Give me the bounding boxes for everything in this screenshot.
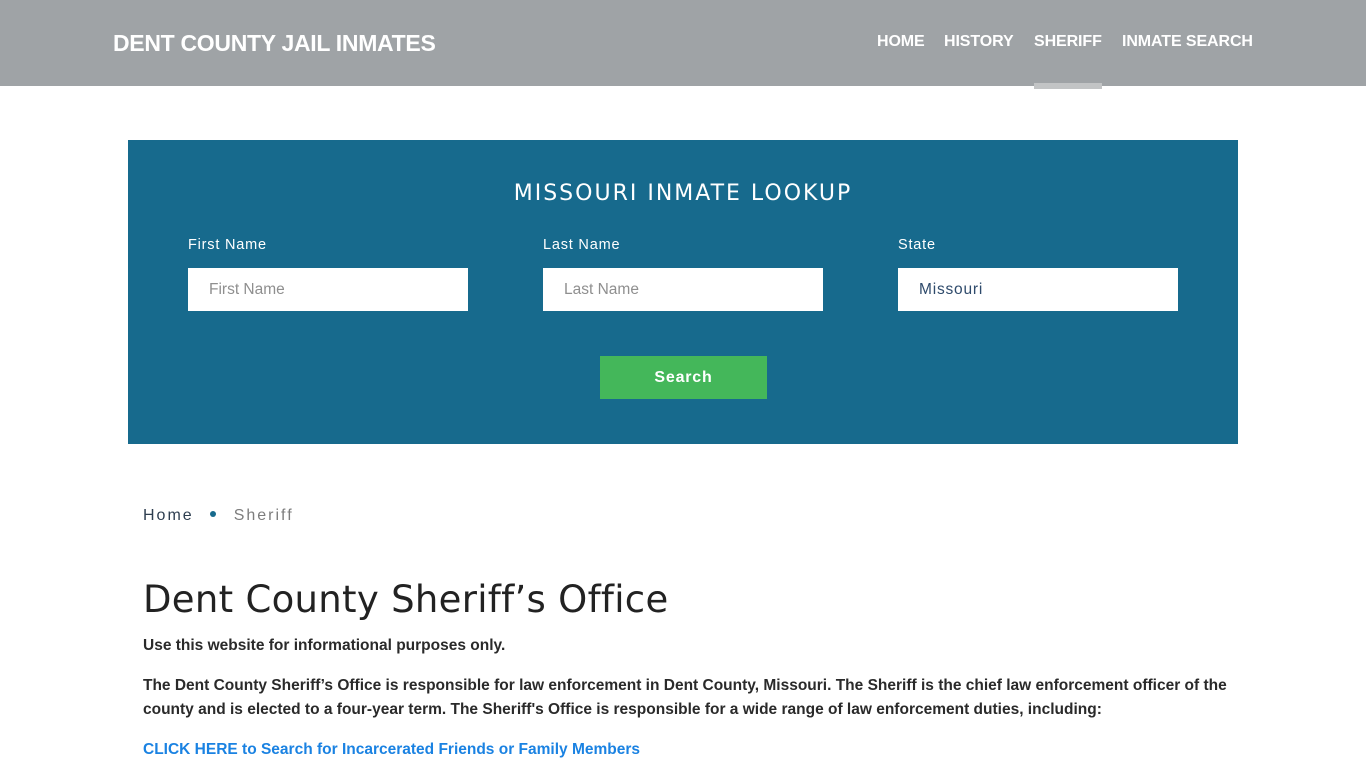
main-nav: HOME HISTORY SHERIFF INMATE SEARCH — [0, 33, 1366, 93]
nav-active-indicator — [1034, 83, 1102, 89]
disclaimer-text: Use this website for informational purpo… — [143, 637, 506, 654]
last-name-input[interactable] — [543, 268, 823, 311]
last-name-label: Last Name — [543, 237, 621, 253]
state-label: State — [898, 237, 936, 253]
nav-inmate-search[interactable]: INMATE SEARCH — [1122, 33, 1253, 51]
nav-sheriff[interactable]: SHERIFF — [1034, 33, 1102, 51]
nav-home[interactable]: HOME — [877, 33, 925, 51]
first-name-label: First Name — [188, 237, 267, 253]
nav-history[interactable]: HISTORY — [944, 33, 1014, 51]
breadcrumb-home-link[interactable]: Home — [143, 507, 194, 524]
breadcrumb-current: Sheriff — [233, 507, 294, 524]
search-inmates-link[interactable]: CLICK HERE to Search for Incarcerated Fr… — [143, 738, 640, 762]
breadcrumb-separator-dot — [209, 511, 216, 518]
intro-paragraph: The Dent County Sheriff’s Office is resp… — [143, 677, 1227, 718]
lookup-title: MISSOURI INMATE LOOKUP — [513, 181, 853, 206]
state-input[interactable] — [898, 268, 1178, 311]
page-title: Dent County Sheriff’s Office — [143, 578, 669, 621]
first-name-input[interactable] — [188, 268, 468, 311]
search-button[interactable]: Search — [600, 356, 767, 399]
breadcrumb: Home Sheriff — [143, 507, 294, 525]
